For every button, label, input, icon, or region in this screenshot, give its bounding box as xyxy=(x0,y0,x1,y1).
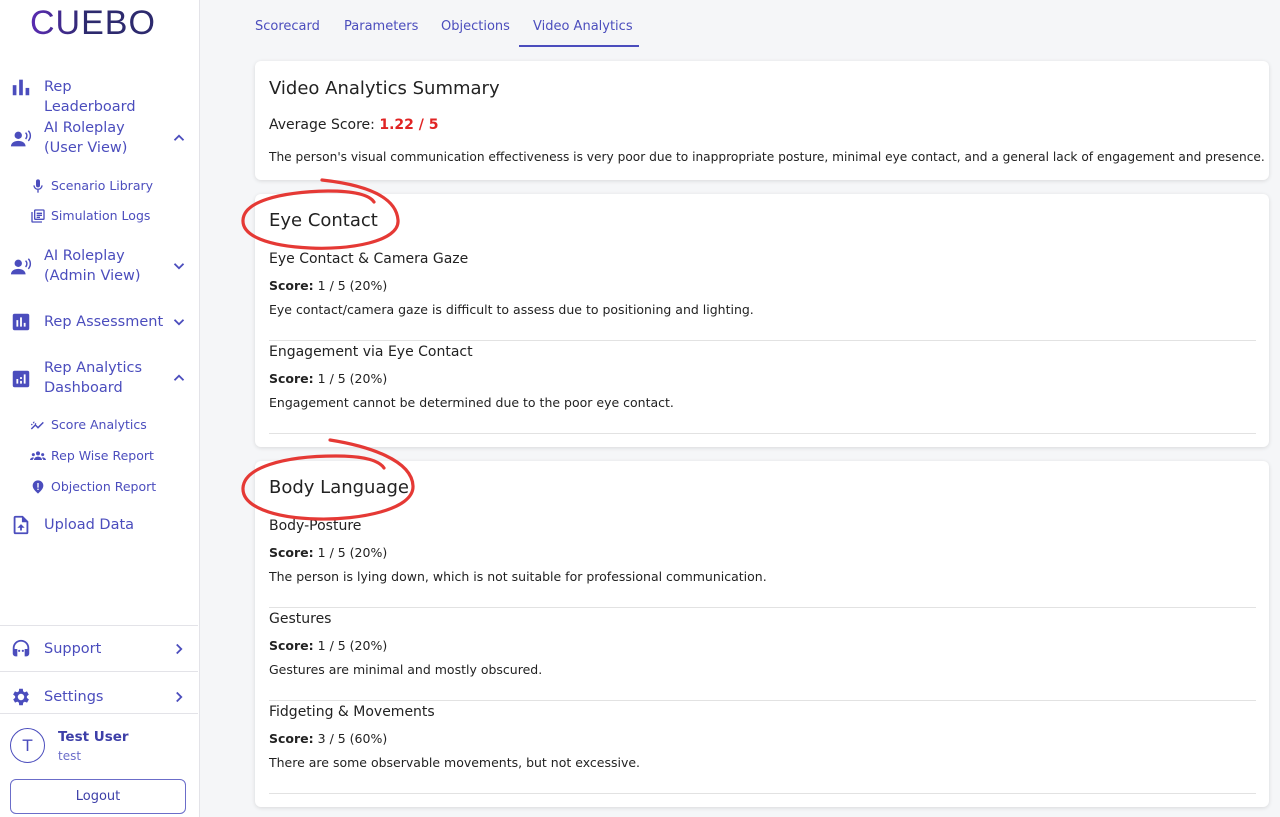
section-title: Eye Contact xyxy=(269,210,378,231)
average-score-value: 1.22 / 5 xyxy=(379,117,439,133)
body-language-card: Body Language Body-Posture Score: 1 / 5 … xyxy=(255,461,1269,807)
tab-video-analytics[interactable]: Video Analytics xyxy=(533,19,633,34)
parameter-block: Eye Contact & Camera Gaze Score: 1 / 5 (… xyxy=(269,251,1256,341)
tab-scorecard[interactable]: Scorecard xyxy=(255,19,320,34)
sidebar-subitem-rep-wise-report[interactable]: Rep Wise Report xyxy=(0,446,200,466)
avatar[interactable]: T xyxy=(10,728,45,763)
video-analytics-summary-card: Video Analytics Summary Average Score: 1… xyxy=(255,61,1269,180)
gear-icon xyxy=(10,686,32,708)
parameter-name: Gestures xyxy=(269,611,332,627)
average-score: Average Score: 1.22 / 5 xyxy=(269,117,438,133)
trend-icon xyxy=(30,417,46,433)
tab-parameters[interactable]: Parameters xyxy=(344,19,418,34)
parameter-block: Body-Posture Score: 1 / 5 (20%) The pers… xyxy=(269,518,1256,608)
parameter-score: Score: 1 / 5 (20%) xyxy=(269,371,388,386)
chevron-right-icon[interactable] xyxy=(170,688,188,706)
chevron-down-icon[interactable] xyxy=(170,313,188,331)
sidebar-divider xyxy=(0,671,198,672)
parameter-score: Score: 1 / 5 (20%) xyxy=(269,545,388,560)
shield-alert-icon xyxy=(30,479,46,495)
active-tab-indicator xyxy=(519,45,639,47)
parameter-block: Gestures Score: 1 / 5 (20%) Gestures are… xyxy=(269,611,1256,701)
sidebar-item-label: Support xyxy=(44,641,102,657)
sidebar-item-label: Rep Analytics Dashboard xyxy=(44,360,143,396)
sidebar-item-rep-analytics-dashboard[interactable]: Rep Analytics Dashboard xyxy=(0,358,200,398)
upload-file-icon xyxy=(10,514,32,536)
sidebar-subitem-label: Simulation Logs xyxy=(51,208,151,223)
summary-text: The person's visual communication effect… xyxy=(269,150,1265,164)
chevron-up-icon[interactable] xyxy=(170,369,188,387)
parameter-name: Body-Posture xyxy=(269,518,362,534)
sidebar-item-support[interactable]: Support xyxy=(0,638,200,660)
parameter-description: The person is lying down, which is not s… xyxy=(269,569,767,584)
parameter-score: Score: 3 / 5 (60%) xyxy=(269,731,388,746)
sidebar-subitem-score-analytics[interactable]: Score Analytics xyxy=(0,415,200,435)
chevron-right-icon[interactable] xyxy=(170,640,188,658)
sidebar-item-ai-roleplay-admin[interactable]: AI Roleplay (Admin View) xyxy=(0,246,200,286)
sidebar-item-label: Settings xyxy=(44,689,104,705)
sidebar-subitem-scenario-library[interactable]: Scenario Library xyxy=(0,176,200,196)
chevron-down-icon[interactable] xyxy=(170,257,188,275)
sidebar-item-ai-roleplay-user[interactable]: AI Roleplay (User View) xyxy=(0,118,200,158)
chevron-up-icon[interactable] xyxy=(170,129,188,147)
sidebar: CUEBO Rep Leaderboard AI Roleplay (User … xyxy=(0,0,200,817)
parameter-description: Engagement cannot be determined due to t… xyxy=(269,395,674,410)
sidebar-item-label: Rep Leaderboard xyxy=(44,79,136,115)
parameter-name: Eye Contact & Camera Gaze xyxy=(269,251,469,267)
parameter-block: Engagement via Eye Contact Score: 1 / 5 … xyxy=(269,344,1256,434)
average-score-label: Average Score: xyxy=(269,117,375,133)
parameter-description: Gestures are minimal and mostly obscured… xyxy=(269,662,543,677)
eye-contact-card: Eye Contact Eye Contact & Camera Gaze Sc… xyxy=(255,194,1269,447)
sidebar-subitem-label: Rep Wise Report xyxy=(51,448,154,463)
parameter-score: Score: 1 / 5 (20%) xyxy=(269,638,388,653)
group-icon xyxy=(30,448,46,464)
sidebar-subitem-label: Scenario Library xyxy=(51,178,154,193)
sidebar-item-label: AI Roleplay (User View) xyxy=(44,120,128,156)
sidebar-subitem-objection-report[interactable]: Objection Report xyxy=(0,477,200,497)
sidebar-subitem-simulation-logs[interactable]: Simulation Logs xyxy=(0,206,200,226)
analytics-icon xyxy=(10,368,32,390)
bar-chart-icon xyxy=(10,76,32,98)
user-handle: test xyxy=(58,749,82,763)
parameter-description: There are some observable movements, but… xyxy=(269,755,641,770)
tab-objections[interactable]: Objections xyxy=(441,19,510,34)
voice-user-icon xyxy=(10,256,32,278)
headset-icon xyxy=(10,638,32,660)
assessment-icon xyxy=(10,311,32,333)
sidebar-item-settings[interactable]: Settings xyxy=(0,686,200,708)
summary-title: Video Analytics Summary xyxy=(269,78,500,99)
mic-icon xyxy=(30,178,46,194)
sidebar-item-upload-data[interactable]: Upload Data xyxy=(0,514,200,536)
sidebar-subitem-label: Score Analytics xyxy=(51,417,147,432)
section-title: Body Language xyxy=(269,477,409,498)
sidebar-item-rep-leaderboard[interactable]: Rep Leaderboard xyxy=(0,76,200,115)
user-name: Test User xyxy=(58,729,129,745)
parameter-name: Engagement via Eye Contact xyxy=(269,344,473,360)
voice-user-icon xyxy=(10,128,32,150)
sidebar-divider xyxy=(0,713,198,714)
sidebar-item-label: Upload Data xyxy=(44,517,135,533)
parameter-description: Eye contact/camera gaze is difficult to … xyxy=(269,302,754,317)
sidebar-subitem-label: Objection Report xyxy=(51,479,157,494)
sidebar-item-rep-assessment[interactable]: Rep Assessment xyxy=(0,311,200,333)
svg-text:CUEBO: CUEBO xyxy=(30,4,156,40)
library-icon xyxy=(30,208,46,224)
parameter-name: Fidgeting & Movements xyxy=(269,704,435,720)
sidebar-item-label: Rep Assessment xyxy=(44,314,164,330)
sidebar-item-label: AI Roleplay (Admin View) xyxy=(44,248,141,284)
sidebar-divider xyxy=(0,625,198,626)
parameter-block: Fidgeting & Movements Score: 3 / 5 (60%)… xyxy=(269,704,1256,794)
logout-button[interactable]: Logout xyxy=(10,779,186,814)
parameter-score: Score: 1 / 5 (20%) xyxy=(269,278,388,293)
cuebo-logo[interactable]: CUEBO xyxy=(30,4,166,40)
